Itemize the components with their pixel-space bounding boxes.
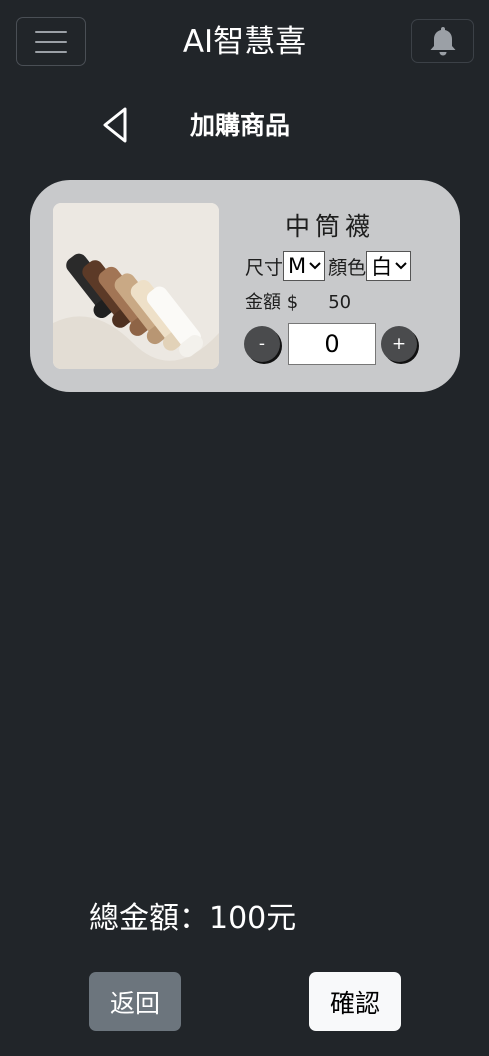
price-row: 金額 $ 50 xyxy=(245,290,351,316)
total-amount: 總金額：100元 xyxy=(89,901,297,936)
return-button[interactable]: 返回 xyxy=(89,972,181,1031)
decrease-quantity-button[interactable]: - xyxy=(244,326,280,362)
confirm-button[interactable]: 確認 xyxy=(309,972,401,1031)
quantity-input[interactable]: 0 xyxy=(288,323,376,365)
socks-illustration xyxy=(53,203,219,369)
page-title: 加購商品 xyxy=(190,111,291,140)
product-name: 中筒襪 xyxy=(284,212,375,241)
page: AI智慧喜 加購商品 中筒襪 尺寸 M 顏色 白 金額 $ 50 - 0 + 總… xyxy=(0,0,489,1056)
size-value: M xyxy=(288,254,307,278)
notifications-button[interactable] xyxy=(411,19,474,63)
product-card: 中筒襪 尺寸 M 顏色 白 金額 $ 50 - 0 + xyxy=(30,180,460,392)
increase-quantity-button[interactable]: + xyxy=(381,326,417,362)
color-select[interactable]: 白 xyxy=(366,251,412,281)
chevron-down-icon xyxy=(395,262,407,270)
options-row: 尺寸 M 顏色 白 xyxy=(245,251,412,281)
back-arrow-icon[interactable] xyxy=(100,106,132,144)
price-value: 50 xyxy=(328,292,352,313)
product-image xyxy=(53,203,219,369)
quantity-stepper: - 0 + xyxy=(244,323,417,365)
color-value: 白 xyxy=(371,255,393,279)
price-label: 金額 $ xyxy=(245,292,299,313)
size-label: 尺寸 xyxy=(245,256,284,279)
size-select[interactable]: M xyxy=(283,251,326,281)
chevron-down-icon xyxy=(309,262,321,270)
color-label: 顏色 xyxy=(328,256,367,279)
bell-icon xyxy=(430,27,455,56)
